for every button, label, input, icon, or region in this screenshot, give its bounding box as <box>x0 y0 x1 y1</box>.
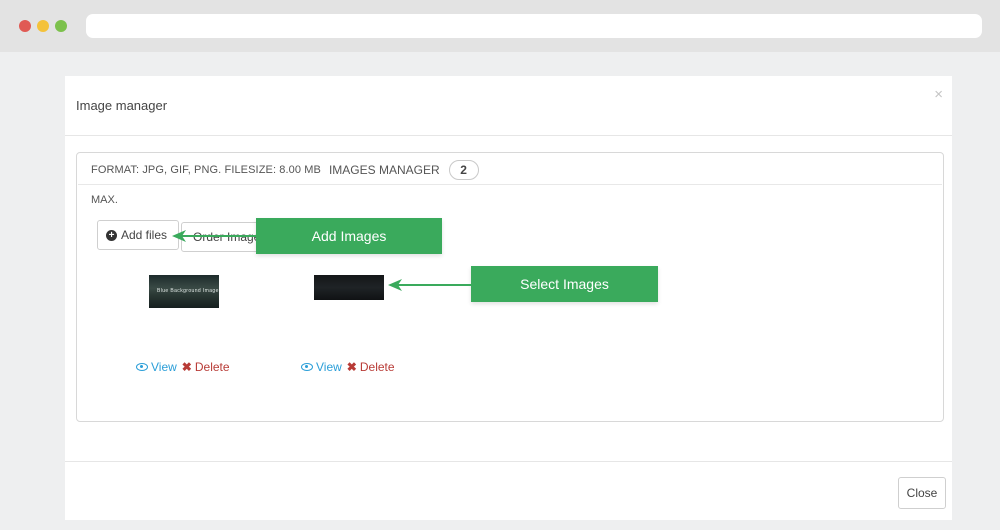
image-actions-2: View ✖ Delete <box>301 360 395 374</box>
panel-divider <box>78 184 942 185</box>
add-images-arrow <box>172 230 258 242</box>
delete-link[interactable]: Delete <box>360 360 395 374</box>
add-files-label: Add files <box>121 228 168 242</box>
window-minimize-dot[interactable] <box>37 20 49 32</box>
images-manager-label: IMAGES MANAGER <box>328 163 440 177</box>
view-link[interactable]: View <box>316 360 342 374</box>
view-link[interactable]: View <box>151 360 177 374</box>
close-icon[interactable]: × <box>934 87 943 102</box>
eye-icon <box>301 363 313 371</box>
image-thumbnail-1[interactable]: Blue Background Image <box>149 275 219 308</box>
image-actions-1: View ✖ Delete <box>136 360 230 374</box>
format-info: FORMAT: JPG, GIF, PNG. FILESIZE: 8.00 MB <box>91 164 321 176</box>
add-images-callout: Add Images <box>256 218 442 254</box>
delete-link[interactable]: Delete <box>195 360 230 374</box>
panel-header: FORMAT: JPG, GIF, PNG. FILESIZE: 8.00 MB… <box>91 160 479 180</box>
address-bar[interactable] <box>86 14 982 38</box>
modal-title: Image manager <box>76 98 168 113</box>
window-close-dot[interactable] <box>19 20 31 32</box>
footer-divider <box>65 461 952 462</box>
add-files-button[interactable]: + Add files <box>97 220 179 250</box>
image-count-badge: 2 <box>448 160 479 180</box>
image-thumbnail-2[interactable] <box>314 275 384 300</box>
x-icon: ✖ <box>181 360 192 374</box>
x-icon: ✖ <box>346 360 357 374</box>
max-label: MAX. <box>91 194 118 206</box>
select-images-callout: Select Images <box>471 266 658 302</box>
thumbnail-text: Blue Background Image <box>157 288 219 294</box>
select-images-arrow <box>388 279 472 291</box>
window-maximize-dot[interactable] <box>55 20 67 32</box>
browser-chrome <box>0 0 1000 52</box>
header-divider <box>65 135 952 136</box>
close-button[interactable]: Close <box>898 477 946 509</box>
eye-icon <box>136 363 148 371</box>
plus-circle-icon: + <box>106 229 117 241</box>
